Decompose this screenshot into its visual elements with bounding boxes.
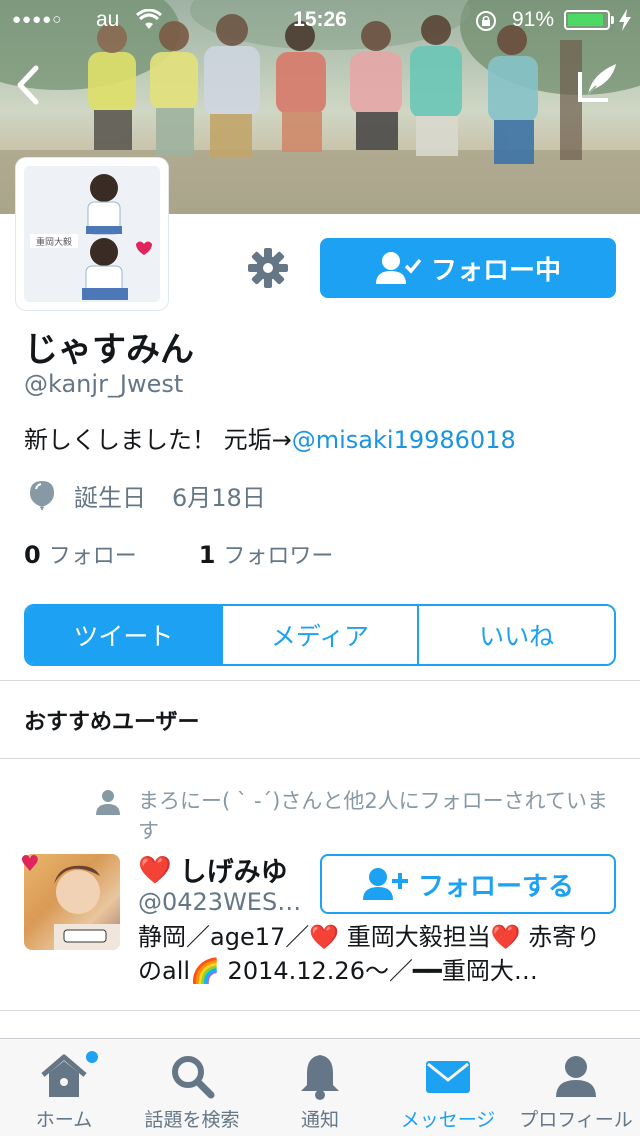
following-button-label: フォロー中 [430,255,561,286]
search-icon [172,1056,215,1099]
divider [0,680,640,681]
battery-icon [564,10,610,30]
following-label: フォロー [48,544,137,569]
bell-icon [301,1055,339,1100]
following-stat[interactable]: 0 フォロー [24,538,137,570]
tab-likes[interactable]: いいね [417,606,614,664]
following-count: 0 [24,541,41,569]
recommended-user-name: しげみゆ [179,857,288,888]
battery-tip [611,16,614,24]
follow-button-label: フォローする [417,871,574,902]
envelope-icon [426,1061,470,1093]
battery-percent: 91% [512,8,555,31]
bottom-tab-bar: ホーム 話題を検索 通知 メッセージ プロフィール [0,1038,640,1136]
tabbar-notifications-label: 通知 [300,1109,339,1131]
heart-emoji: ❤️ [138,854,172,886]
balloon-icon [30,480,54,511]
settings-button[interactable] [246,246,290,290]
avatar-caption: 重岡大毅 [36,236,72,248]
social-context: まろにー( ˋ -ˊ)さんと他2人にフォローされています [94,786,614,846]
recommended-user-name-row[interactable]: ❤️ しげみゆ [138,850,288,889]
tabbar-messages-label: メッセージ [400,1109,496,1131]
social-context-text: まろにー( ˋ -ˊ)さんと他2人にフォローされています [138,789,609,843]
profile-name: じゃすみん [24,330,194,370]
chevron-left-icon [17,65,39,105]
birthday-value: 6月18日 [172,484,266,512]
tabbar-search-label: 話題を検索 [144,1109,240,1131]
tabbar-profile-label: プロフィール [519,1109,633,1131]
back-button[interactable] [10,60,46,110]
profile-screen: ●●●●○ au 15:26 91% 重岡大毅 フォロー中 じゃすみん @kan… [0,0,640,1136]
bio-mention-link[interactable]: @misaki19986018 [292,426,516,454]
followers-label: フォロワー [223,544,334,569]
avatar-image: 重岡大毅 [24,166,160,302]
recommended-user-bio: 静岡／age17／❤️ 重岡大毅担当❤️ 赤寄りのall🌈 2014.12.26… [138,923,601,985]
tabbar-notifications[interactable]: 通知 [256,1039,384,1136]
notification-dot [86,1051,98,1063]
profile-tabs: ツイート メディア いいね [24,604,616,666]
followers-count: 1 [198,541,216,569]
gear-icon [248,248,288,288]
recommended-user-handle: @0423WEST… [138,888,308,916]
person-add-icon [362,868,408,900]
compose-button[interactable] [574,60,622,106]
tabbar-messages[interactable]: メッセージ [384,1039,512,1136]
profile-bio: 新しくしました！ 元垢→@misaki19986018 [24,420,516,455]
followers-stat[interactable]: 1 フォロワー [199,538,334,570]
following-button[interactable]: フォロー中 [320,238,616,298]
follow-button[interactable]: フォローする [320,854,616,914]
divider [0,758,640,759]
charging-bolt-icon [618,9,632,37]
divider [0,1010,640,1011]
profile-avatar[interactable]: 重岡大毅 [16,158,168,310]
tabbar-home[interactable]: ホーム [0,1039,128,1136]
birthday-row: 誕生日 6月18日 [28,478,266,513]
person-check-icon [375,252,421,284]
follow-stats: 0 フォロー 1 フォロワー [24,538,333,570]
home-icon [41,1054,87,1097]
status-bar: ●●●●○ au 15:26 91% [0,0,640,40]
tab-tweets[interactable]: ツイート [26,606,221,664]
rotation-lock-icon [474,9,498,39]
compose-tweet-icon [578,64,616,102]
tabbar-home-label: ホーム [35,1109,93,1131]
recommended-section-title: おすすめユーザー [24,710,200,735]
tab-media[interactable]: メディア [220,606,418,664]
birthday-label: 誕生日 [74,484,146,512]
profile-handle: @kanjr_Jwest [24,370,184,398]
tabbar-search[interactable]: 話題を検索 [128,1039,256,1136]
tabbar-profile[interactable]: プロフィール [512,1039,640,1136]
person-icon [556,1056,596,1097]
heart-icon: ♥ [20,852,40,877]
person-icon [96,790,120,815]
bio-text: 新しくしました！ 元垢→ [24,426,292,454]
